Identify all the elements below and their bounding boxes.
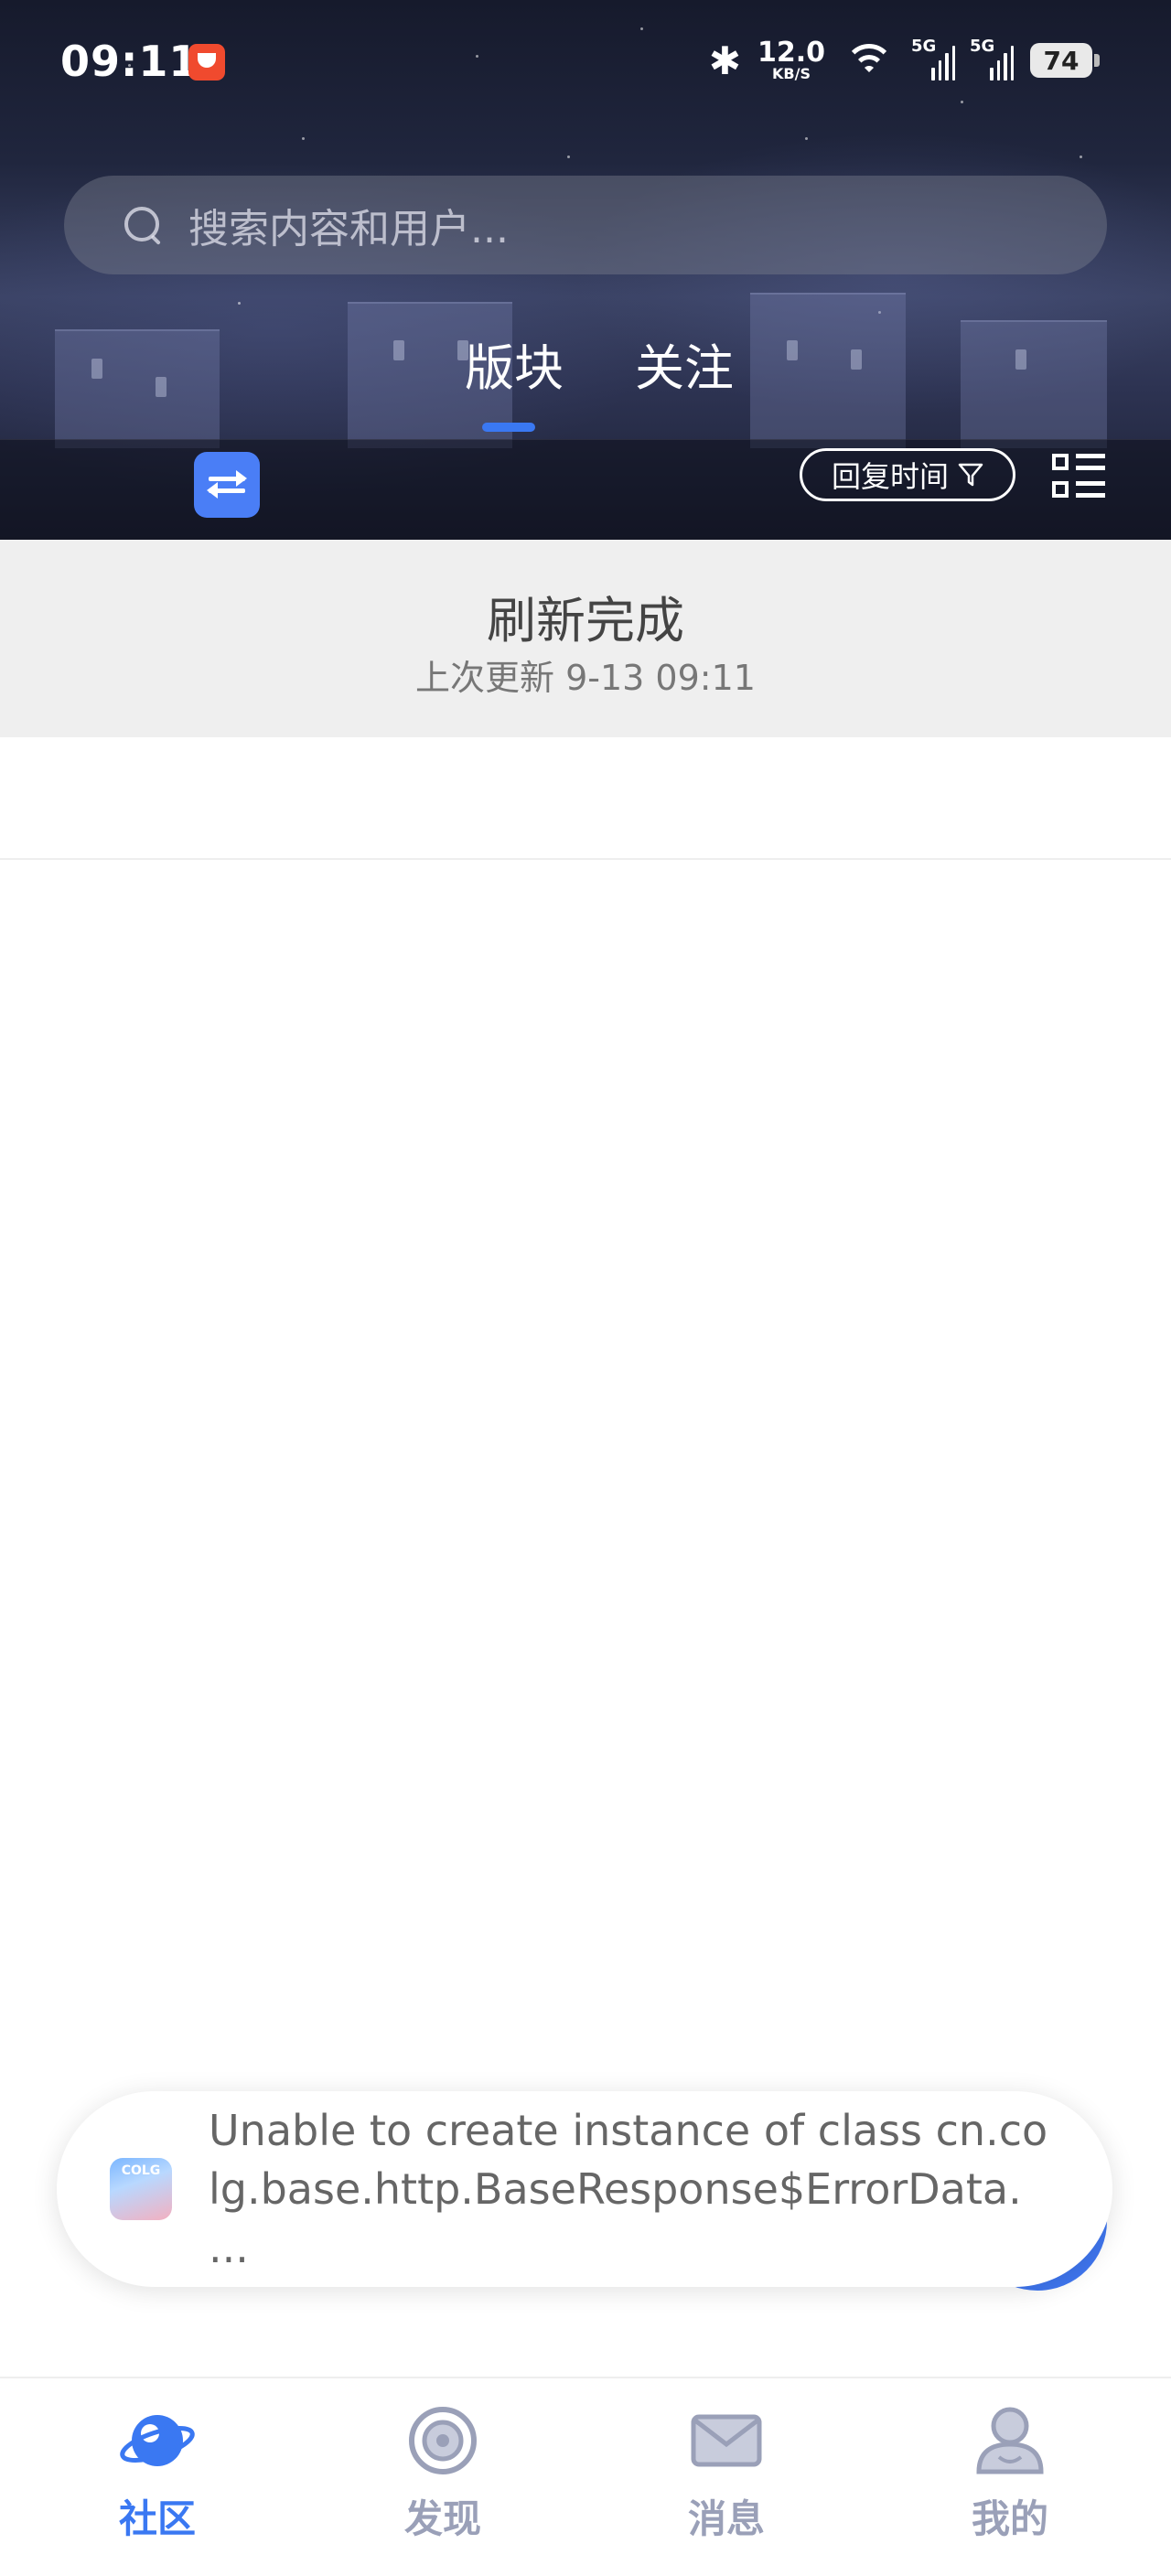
sort-label: 回复时间 <box>831 459 949 494</box>
tab-following[interactable]: 关注 <box>635 327 734 400</box>
mail-icon <box>688 2402 765 2479</box>
tab-sections[interactable]: 版块 <box>465 327 564 400</box>
status-icons: ✱ 12.0 KB/S 5G 5G 74 <box>708 33 1100 88</box>
signal-icon: 5G <box>911 37 955 80</box>
sort-filter-button[interactable]: 回复时间 <box>800 448 1015 501</box>
wifi-icon <box>842 40 897 80</box>
network-speed-unit: KB/S <box>772 65 811 82</box>
nav-discover[interactable]: 发现 <box>351 2402 534 2567</box>
network-speed-value: 12.0 <box>757 37 825 69</box>
swap-arrows-icon <box>207 482 245 499</box>
search-icon <box>123 205 163 245</box>
signal-icon: 5G <box>970 37 1014 80</box>
refresh-subtitle: 上次更新 9-13 09:11 <box>415 658 756 698</box>
nav-profile[interactable]: 我的 <box>919 2402 1101 2567</box>
radar-icon <box>404 2402 481 2479</box>
error-toast: COLG Unable to create instance of class … <box>57 2091 1112 2287</box>
app-icon: COLG <box>110 2158 172 2220</box>
swap-arrows-icon <box>209 470 247 487</box>
search-bar[interactable]: 搜索内容和用户... <box>64 176 1107 274</box>
nav-community[interactable]: 社区 <box>66 2402 249 2567</box>
search-placeholder: 搜索内容和用户... <box>188 206 509 252</box>
nav-messages[interactable]: 消息 <box>635 2402 818 2567</box>
active-tab-indicator <box>482 423 535 432</box>
nav-messages-label: 消息 <box>687 2496 765 2541</box>
filter-icon <box>958 462 983 488</box>
nav-discover-label: 发现 <box>403 2496 481 2541</box>
top-tabs: 版块 关注 <box>0 320 1171 432</box>
nav-profile-label: 我的 <box>971 2496 1048 2541</box>
bottom-navigation: 社区 发现 消息 我的 <box>0 2377 1171 2576</box>
nav-community-label: 社区 <box>118 2496 196 2541</box>
notification-app-icon <box>188 44 225 80</box>
bluetooth-icon: ✱ <box>708 38 741 83</box>
status-time: 09:11 <box>60 37 199 86</box>
signal-label: 5G <box>911 37 937 56</box>
refresh-title: 刷新完成 <box>487 592 684 649</box>
switch-button[interactable] <box>194 452 260 518</box>
user-icon <box>972 2402 1048 2479</box>
header: 09:11 ✱ 12.0 KB/S 5G 5G 74 搜索内容和用户... 版块… <box>0 0 1171 540</box>
list-view-icon[interactable] <box>1052 454 1105 501</box>
battery-icon: 74 <box>1030 43 1100 78</box>
app-badge: COLG <box>121 2163 161 2178</box>
content-divider <box>0 858 1171 860</box>
refresh-status: 刷新完成 上次更新 9-13 09:11 <box>0 540 1171 737</box>
planet-icon <box>119 2402 196 2479</box>
signal-label: 5G <box>970 37 995 56</box>
network-speed: 12.0 KB/S <box>757 39 825 81</box>
toast-message: Unable to create instance of class cn.co… <box>209 2106 1048 2272</box>
